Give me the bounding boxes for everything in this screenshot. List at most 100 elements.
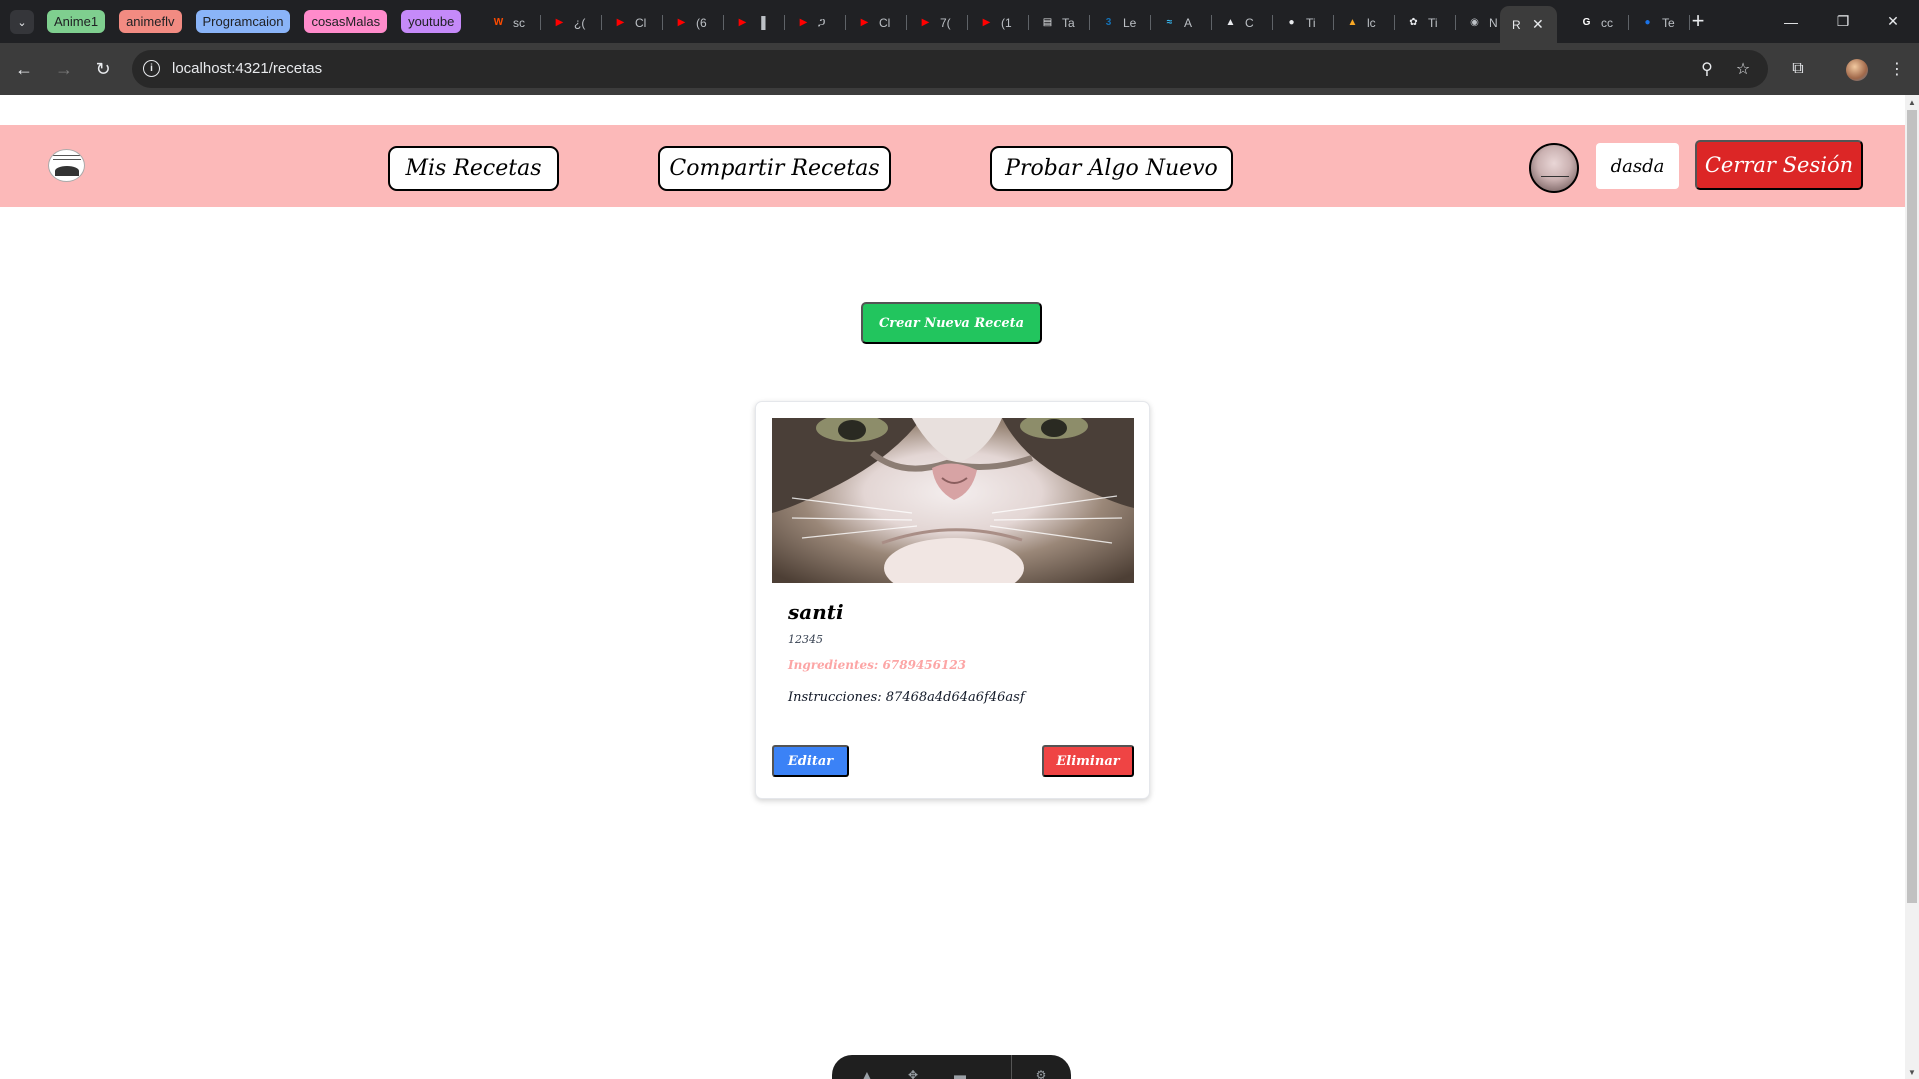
- audit-icon[interactable]: ▬: [951, 1068, 969, 1079]
- tab-group-chip[interactable]: cosasMalas: [304, 10, 388, 33]
- tab-title: Cl: [879, 15, 891, 30]
- menu-kebab-icon[interactable]: ⋮: [1883, 55, 1911, 83]
- logo-mark: [55, 166, 79, 176]
- recipe-image: [772, 418, 1134, 583]
- browser-tab[interactable]: ▶ ¿(: [541, 6, 602, 39]
- back-arrow-icon[interactable]: ←: [10, 55, 38, 83]
- tab-title: 7(: [940, 15, 951, 30]
- tab-group-chip[interactable]: animeflv: [119, 10, 182, 33]
- delete-recipe-button[interactable]: Eliminar: [1042, 745, 1134, 777]
- tab-title: C: [1245, 15, 1254, 30]
- tab-title: cc: [1601, 15, 1613, 30]
- browser-tab[interactable]: ▤ Ta: [1029, 6, 1090, 39]
- address-bar[interactable]: i localhost:4321/recetas ⚲ ☆: [132, 50, 1768, 88]
- bookmark-star-icon[interactable]: ☆: [1732, 58, 1754, 80]
- github-icon: ●: [1288, 17, 1295, 28]
- tab-search-chevron-icon[interactable]: ⌄: [10, 10, 34, 34]
- browser-tab[interactable]: ▶ (1: [968, 6, 1029, 39]
- page-scrollbar[interactable]: ▲ ▼: [1905, 95, 1919, 1079]
- inspect-icon[interactable]: ✥: [904, 1068, 922, 1079]
- tab-title: (1: [1001, 15, 1012, 30]
- browser-tab[interactable]: ≈ A: [1151, 6, 1212, 39]
- nav-probar-algo-nuevo[interactable]: Probar Algo Nuevo: [990, 146, 1233, 191]
- cat-photo-illustration: [772, 418, 1134, 583]
- w-brand-icon: W: [493, 17, 504, 28]
- tab-title: A: [1184, 15, 1193, 30]
- create-recipe-button[interactable]: Crear Nueva Receta: [861, 302, 1042, 344]
- active-tab[interactable]: R ✕: [1500, 6, 1557, 43]
- nav-mis-recetas[interactable]: Mis Recetas: [388, 146, 559, 191]
- google-icon: G: [1582, 17, 1591, 28]
- tab-title: ▐: [757, 15, 766, 30]
- close-tab-icon[interactable]: ✕: [1532, 16, 1544, 33]
- browser-tab[interactable]: ▶ Cl: [846, 6, 907, 39]
- browser-tab[interactable]: Gcc: [1568, 6, 1629, 39]
- url-text[interactable]: localhost:4321/recetas: [172, 60, 322, 77]
- forward-arrow-icon[interactable]: →: [50, 55, 78, 83]
- youtube-icon: ▶: [860, 17, 869, 28]
- tab-title: Ta: [1062, 15, 1075, 30]
- tab-group-chip[interactable]: Programcaion: [195, 10, 291, 33]
- browser-tab[interactable]: ▶ ▐: [724, 6, 785, 39]
- browser-tab[interactable]: ▶ Cl: [602, 6, 663, 39]
- scroll-thumb[interactable]: [1907, 110, 1917, 903]
- browser-tab[interactable]: ▶ 7(: [907, 6, 968, 39]
- tab-title: ¿(: [574, 15, 586, 30]
- restore-window-icon[interactable]: ❐: [1820, 0, 1866, 43]
- trailing-tabs: Gcc ● Te: [1568, 6, 1690, 39]
- tab-title: Le: [1123, 15, 1137, 30]
- tailwind-icon: ≈: [1166, 17, 1173, 28]
- user-avatar[interactable]: [1529, 143, 1579, 193]
- tab-group-chip[interactable]: youtube: [401, 10, 462, 33]
- tab-group-chip[interactable]: Anime1: [47, 10, 106, 33]
- recipe-instructions: Instrucciones: 87468a4d64a6f46asf: [788, 690, 1025, 705]
- reload-icon[interactable]: ↻: [89, 55, 117, 83]
- youtube-icon: ▶: [738, 17, 747, 28]
- site-info-icon[interactable]: i: [143, 60, 160, 77]
- tab-title: lc: [1367, 15, 1376, 30]
- tab-groups: Anime1 animeflv Programcaion cosasMalas yout…: [47, 10, 462, 33]
- scroll-down-arrow-icon[interactable]: ▼: [1905, 1065, 1919, 1079]
- username-label: dasda: [1596, 143, 1679, 189]
- tab-title: Te: [1662, 15, 1675, 30]
- browser-tab[interactable]: ● Ti: [1273, 6, 1334, 39]
- browser-tab[interactable]: ▶ (6: [663, 6, 724, 39]
- browser-tab[interactable]: ✿ Ti: [1395, 6, 1456, 39]
- new-tab-plus-icon[interactable]: +: [1684, 7, 1712, 35]
- recipe-subtitle: 12345: [788, 633, 823, 646]
- tab-title: Ti: [1306, 15, 1316, 30]
- tab-title: Cl: [635, 15, 647, 30]
- youtube-icon: ▶: [799, 17, 808, 28]
- tab-title: ጋ: [818, 15, 826, 29]
- browser-tab[interactable]: ▲ C: [1212, 6, 1273, 39]
- browser-tab[interactable]: ▶ ጋ: [785, 6, 846, 39]
- floating-dev-toolbar: ▲ ✥ ▬ ⚙: [832, 1055, 1071, 1079]
- active-tab-title: R: [1512, 17, 1521, 32]
- logout-button[interactable]: Cerrar Sesión: [1695, 140, 1863, 190]
- document-icon: ▤: [1042, 17, 1053, 28]
- extensions-puzzle-icon[interactable]: ⧉: [1784, 55, 1812, 83]
- openai-icon: ✿: [1409, 17, 1418, 28]
- nav-compartir-recetas[interactable]: Compartir Recetas: [658, 146, 891, 191]
- edit-recipe-button[interactable]: Editar: [772, 745, 849, 777]
- globe-icon: ●: [1644, 17, 1651, 28]
- astro-logo-icon[interactable]: ▲: [858, 1068, 876, 1079]
- site-logo[interactable]: [48, 149, 85, 182]
- zoom-icon[interactable]: ⚲: [1696, 58, 1718, 80]
- minimize-window-icon[interactable]: —: [1768, 0, 1814, 43]
- tab-title: (6: [696, 15, 707, 30]
- settings-gear-icon[interactable]: ⚙: [1032, 1068, 1050, 1079]
- logo-text-mark: [53, 155, 81, 160]
- close-window-icon[interactable]: ✕: [1870, 0, 1916, 43]
- browser-tab[interactable]: 3 Le: [1090, 6, 1151, 39]
- youtube-icon: ▶: [982, 17, 991, 28]
- profile-avatar[interactable]: [1846, 59, 1868, 81]
- browser-tab[interactable]: ▲ lc: [1334, 6, 1395, 39]
- scroll-up-arrow-icon[interactable]: ▲: [1905, 95, 1919, 109]
- avatar-label-mark: [1541, 176, 1569, 182]
- browser-tab[interactable]: ● Te: [1629, 6, 1690, 39]
- browser-tab[interactable]: Wsc: [480, 6, 541, 39]
- browser-toolbar: ← → ↻ i localhost:4321/recetas ⚲ ☆ ⧉ ⋮: [0, 43, 1919, 95]
- mountain-icon: ▲: [1347, 17, 1358, 28]
- site-navbar: Mis Recetas Compartir Recetas Probar Alg…: [0, 125, 1905, 207]
